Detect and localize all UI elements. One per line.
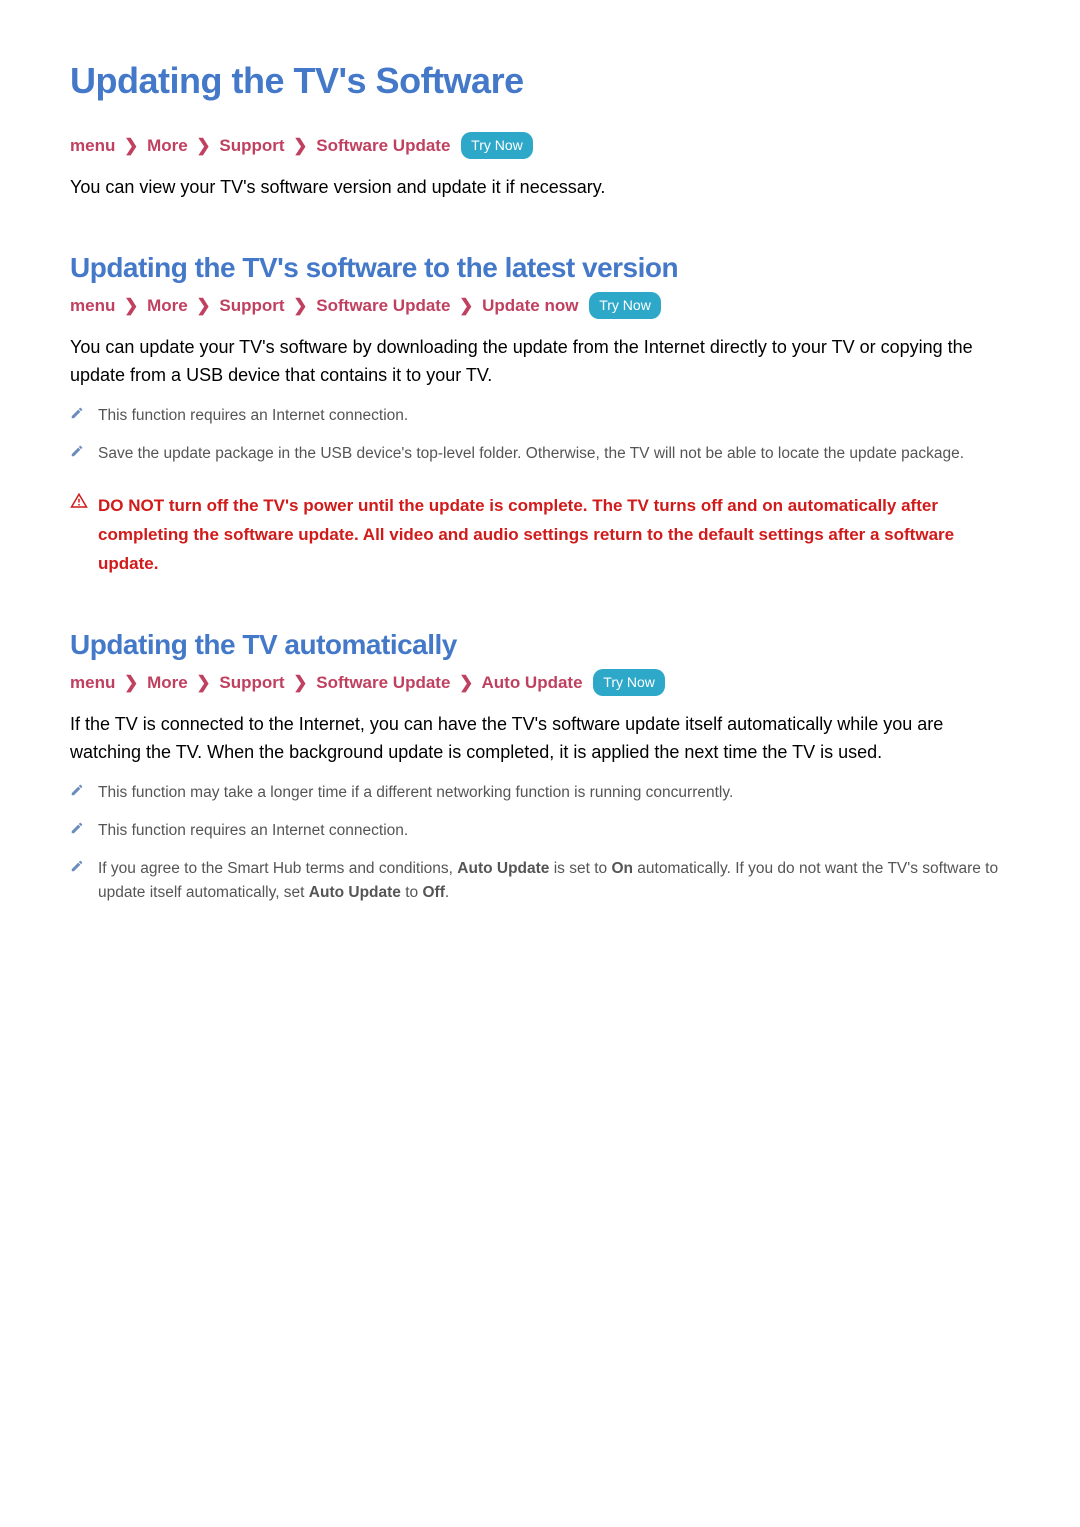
breadcrumb: menu ❯ More ❯ Support ❯ Software Update … xyxy=(70,292,1010,320)
note-text: This function may take a longer time if … xyxy=(98,784,733,801)
try-now-badge[interactable]: Try Now xyxy=(589,292,661,319)
note-text: This function requires an Internet conne… xyxy=(98,822,408,839)
manual-page: Updating the TV's Software menu ❯ More ❯… xyxy=(0,0,1080,979)
note-text: If you agree to the Smart Hub terms and … xyxy=(98,860,998,901)
bold-text: Auto Update xyxy=(457,860,549,877)
breadcrumb-item: menu xyxy=(70,673,115,692)
note-text: This function requires an Internet conne… xyxy=(98,407,408,424)
pencil-icon xyxy=(70,821,84,835)
chevron-right-icon: ❯ xyxy=(196,669,210,696)
chevron-right-icon: ❯ xyxy=(124,669,138,696)
chevron-right-icon: ❯ xyxy=(124,132,138,159)
note-item: This function may take a longer time if … xyxy=(70,781,1010,805)
try-now-badge[interactable]: Try Now xyxy=(461,132,533,159)
pencil-icon xyxy=(70,783,84,797)
chevron-right-icon: ❯ xyxy=(459,292,473,319)
breadcrumb-item: More xyxy=(147,673,188,692)
warning-text: DO NOT turn off the TV's power until the… xyxy=(98,492,1010,579)
note-list: This function requires an Internet conne… xyxy=(70,404,1010,466)
breadcrumb-item: Update now xyxy=(482,296,578,315)
breadcrumb: menu ❯ More ❯ Support ❯ Software Update … xyxy=(70,132,1010,160)
breadcrumb-item: Software Update xyxy=(316,673,450,692)
warning-icon xyxy=(70,492,88,515)
body-text: You can update your TV's software by dow… xyxy=(70,334,1010,390)
note-item: This function requires an Internet conne… xyxy=(70,819,1010,843)
breadcrumb-item: Support xyxy=(219,136,284,155)
chevron-right-icon: ❯ xyxy=(196,132,210,159)
section-heading: Updating the TV's software to the latest… xyxy=(70,252,1010,284)
text-run: is set to xyxy=(549,860,611,877)
body-text: You can view your TV's software version … xyxy=(70,174,1010,202)
note-list: This function may take a longer time if … xyxy=(70,781,1010,905)
text-run: . xyxy=(445,884,449,901)
warning-block: DO NOT turn off the TV's power until the… xyxy=(70,492,1010,579)
try-now-badge[interactable]: Try Now xyxy=(593,669,665,696)
bold-text: Off xyxy=(422,884,444,901)
breadcrumb-item: More xyxy=(147,136,188,155)
pencil-icon xyxy=(70,859,84,873)
note-item: Save the update package in the USB devic… xyxy=(70,442,1010,466)
breadcrumb-item: Software Update xyxy=(316,136,450,155)
chevron-right-icon: ❯ xyxy=(459,669,473,696)
note-text: Save the update package in the USB devic… xyxy=(98,445,964,462)
chevron-right-icon: ❯ xyxy=(293,132,307,159)
breadcrumb: menu ❯ More ❯ Support ❯ Software Update … xyxy=(70,669,1010,697)
chevron-right-icon: ❯ xyxy=(196,292,210,319)
text-run: to xyxy=(401,884,423,901)
text-run: If you agree to the Smart Hub terms and … xyxy=(98,860,457,877)
note-item: If you agree to the Smart Hub terms and … xyxy=(70,857,1010,905)
pencil-icon xyxy=(70,406,84,420)
breadcrumb-item: Software Update xyxy=(316,296,450,315)
note-item: This function requires an Internet conne… xyxy=(70,404,1010,428)
bold-text: On xyxy=(611,860,633,877)
pencil-icon xyxy=(70,444,84,458)
breadcrumb-item: Support xyxy=(219,673,284,692)
breadcrumb-item: Support xyxy=(219,296,284,315)
breadcrumb-item: menu xyxy=(70,136,115,155)
section-heading: Updating the TV automatically xyxy=(70,629,1010,661)
page-title: Updating the TV's Software xyxy=(70,60,1010,102)
chevron-right-icon: ❯ xyxy=(293,669,307,696)
breadcrumb-item: More xyxy=(147,296,188,315)
breadcrumb-item: Auto Update xyxy=(482,673,583,692)
chevron-right-icon: ❯ xyxy=(293,292,307,319)
chevron-right-icon: ❯ xyxy=(124,292,138,319)
body-text: If the TV is connected to the Internet, … xyxy=(70,711,1010,767)
bold-text: Auto Update xyxy=(309,884,401,901)
breadcrumb-item: menu xyxy=(70,296,115,315)
